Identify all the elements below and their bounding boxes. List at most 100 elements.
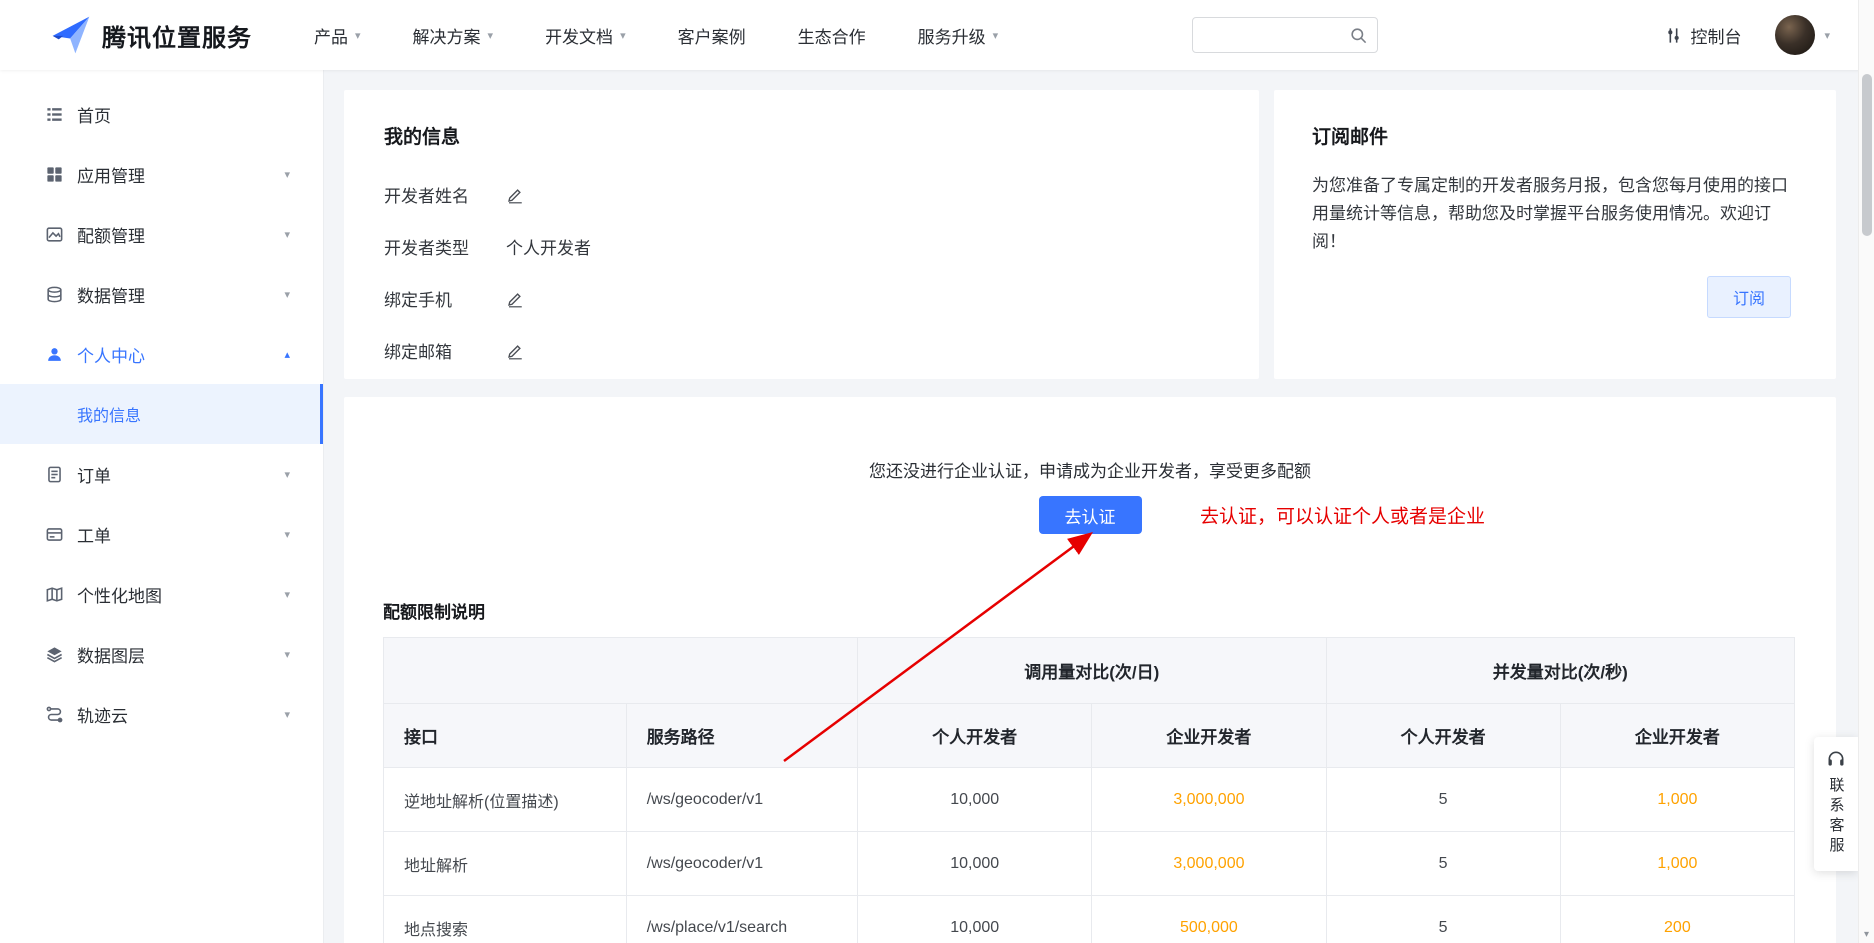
cell-personal-qps: 5: [1326, 896, 1560, 943]
sidebar-item-home[interactable]: 首页: [0, 84, 323, 144]
subscribe-title: 订阅邮件: [1312, 122, 1791, 149]
col-header-api: 接口: [384, 704, 627, 768]
col-header-personal-daily: 个人开发者: [858, 704, 1092, 768]
scrollbar-track[interactable]: ▾: [1858, 0, 1874, 943]
nav-item-solutions[interactable]: 解决方案 ▾: [413, 23, 494, 48]
cell-enterprise-daily: 500,000: [1092, 896, 1326, 943]
quota-section-title: 配额限制说明: [383, 598, 1836, 623]
cell-api: 地址解析: [384, 832, 627, 896]
table-column-header-row: 接口 服务路径 个人开发者 企业开发者 个人开发者 企业开发者: [384, 704, 1795, 768]
chevron-down-icon: ▾: [284, 468, 290, 481]
document-icon: [45, 465, 64, 484]
chevron-down-icon: ▾: [488, 29, 494, 42]
cell-path: /ws/geocoder/v1: [626, 768, 857, 832]
chevron-down-icon: ▾: [284, 588, 290, 601]
nav-item-docs[interactable]: 开发文档 ▾: [545, 23, 626, 48]
sidebar-item-custom-map[interactable]: 个性化地图 ▾: [0, 564, 323, 624]
grid-icon: [45, 165, 64, 184]
sidebar-item-orders[interactable]: 订单 ▾: [0, 444, 323, 504]
brand[interactable]: 腾讯位置服务: [50, 14, 252, 56]
col-header-personal-qps: 个人开发者: [1326, 704, 1560, 768]
chevron-down-icon: ▾: [355, 29, 361, 42]
group-header-concurrency: 并发量对比(次/秒): [1326, 638, 1794, 704]
sidebar-item-quota-management[interactable]: 配额管理 ▾: [0, 204, 323, 264]
top-cards-row: 我的信息 开发者姓名 开发者类型 个人开发者 绑定手: [344, 90, 1836, 379]
blank-header-cell: [384, 638, 858, 704]
contact-support-tab[interactable]: 联系客服: [1814, 737, 1858, 871]
database-icon: [45, 285, 64, 304]
brand-title: 腾讯位置服务: [102, 18, 252, 53]
nav-item-products[interactable]: 产品 ▾: [314, 23, 361, 48]
search-box: [1192, 17, 1378, 53]
main-content: 我的信息 开发者姓名 开发者类型 个人开发者 绑定手: [325, 70, 1858, 943]
verification-notice: 您还没进行企业认证，申请成为企业开发者，享受更多配额: [344, 457, 1836, 482]
cell-personal-daily: 10,000: [858, 896, 1092, 943]
sidebar-item-data-management[interactable]: 数据管理 ▾: [0, 264, 323, 324]
search-input[interactable]: [1193, 18, 1343, 52]
chevron-down-icon[interactable]: ▾: [1824, 29, 1830, 42]
developer-type-value: 个人开发者: [506, 234, 591, 259]
field-bind-phone: 绑定手机: [384, 286, 1219, 311]
scrollbar-thumb[interactable]: [1862, 74, 1872, 236]
headset-icon: [1826, 749, 1846, 769]
sidebar-item-track-cloud[interactable]: 轨迹云 ▾: [0, 684, 323, 744]
console-link[interactable]: 控制台: [1664, 23, 1741, 48]
cell-personal-daily: 10,000: [858, 832, 1092, 896]
cell-path: /ws/geocoder/v1: [626, 832, 857, 896]
field-developer-name: 开发者姓名: [384, 182, 1219, 207]
red-annotation-text: 去认证，可以认证个人或者是企业: [1200, 502, 1485, 529]
nav-item-upgrade[interactable]: 服务升级 ▾: [918, 23, 999, 48]
field-developer-type: 开发者类型 个人开发者: [384, 234, 1219, 259]
group-header-daily-calls: 调用量对比(次/日): [858, 638, 1326, 704]
cell-path: /ws/place/v1/search: [626, 896, 857, 943]
verify-row: 去认证 去认证，可以认证个人或者是企业: [344, 496, 1836, 534]
nav-item-cases[interactable]: 客户案例: [678, 23, 746, 48]
cell-personal-qps: 5: [1326, 832, 1560, 896]
cell-enterprise-qps: 1,000: [1560, 832, 1794, 896]
subscribe-description: 为您准备了专属定制的开发者服务月报，包含您每月使用的接口用量统计等信息，帮助您及…: [1312, 172, 1791, 256]
verification-quota-card: 您还没进行企业认证，申请成为企业开发者，享受更多配额 去认证 去认证，可以认证个…: [344, 397, 1836, 943]
col-header-path: 服务路径: [626, 704, 857, 768]
brand-logo-icon: [50, 14, 92, 56]
chevron-down-icon: ▾: [284, 288, 290, 301]
my-info-card: 我的信息 开发者姓名 开发者类型 个人开发者 绑定手: [344, 90, 1259, 379]
nav-item-ecosystem[interactable]: 生态合作: [798, 23, 866, 48]
edit-pencil-icon[interactable]: [506, 290, 524, 308]
field-bind-email: 绑定邮箱: [384, 338, 1219, 363]
user-avatar[interactable]: [1775, 15, 1815, 55]
edit-pencil-icon[interactable]: [506, 342, 524, 360]
user-icon: [45, 345, 64, 364]
cell-enterprise-qps: 1,000: [1560, 768, 1794, 832]
quota-table: 调用量对比(次/日) 并发量对比(次/秒) 接口 服务路径 个人开发者 企业开发…: [383, 637, 1795, 943]
list-icon: [45, 105, 64, 124]
subscribe-button[interactable]: 订阅: [1707, 276, 1791, 318]
chevron-down-icon: ▾: [993, 29, 999, 42]
sidebar-subitem-my-info[interactable]: 我的信息: [0, 384, 323, 444]
table-row: 地点搜索 /ws/place/v1/search 10,000 500,000 …: [384, 896, 1795, 943]
sidebar: 首页 应用管理 ▾ 配额管理 ▾: [0, 70, 324, 943]
cell-api: 地点搜索: [384, 896, 627, 943]
table-group-header-row: 调用量对比(次/日) 并发量对比(次/秒): [384, 638, 1795, 704]
map-icon: [45, 585, 64, 604]
my-info-title: 我的信息: [384, 122, 1219, 149]
cell-enterprise-daily: 3,000,000: [1092, 768, 1326, 832]
sidebar-item-tickets[interactable]: 工单 ▾: [0, 504, 323, 564]
table-row: 地址解析 /ws/geocoder/v1 10,000 3,000,000 5 …: [384, 832, 1795, 896]
sidebar-item-app-management[interactable]: 应用管理 ▾: [0, 144, 323, 204]
cell-enterprise-daily: 3,000,000: [1092, 832, 1326, 896]
ticket-icon: [45, 525, 64, 544]
layers-icon: [45, 645, 64, 664]
chevron-down-icon: ▾: [284, 528, 290, 541]
edit-pencil-icon[interactable]: [506, 186, 524, 204]
scroll-down-arrow-icon[interactable]: ▾: [1859, 929, 1874, 940]
go-verify-button[interactable]: 去认证: [1039, 496, 1142, 534]
top-navigation: 产品 ▾ 解决方案 ▾ 开发文档 ▾ 客户案例 生态合作 服务升级 ▾: [314, 23, 1050, 48]
sidebar-item-data-layers[interactable]: 数据图层 ▾: [0, 624, 323, 684]
chevron-down-icon: ▾: [284, 708, 290, 721]
search-icon[interactable]: [1349, 26, 1368, 50]
sliders-icon: [1664, 26, 1683, 45]
quota-chart-icon: [45, 225, 64, 244]
sidebar-item-personal-center[interactable]: 个人中心 ▴: [0, 324, 323, 384]
chevron-down-icon: ▾: [284, 168, 290, 181]
cell-api: 逆地址解析(位置描述): [384, 768, 627, 832]
